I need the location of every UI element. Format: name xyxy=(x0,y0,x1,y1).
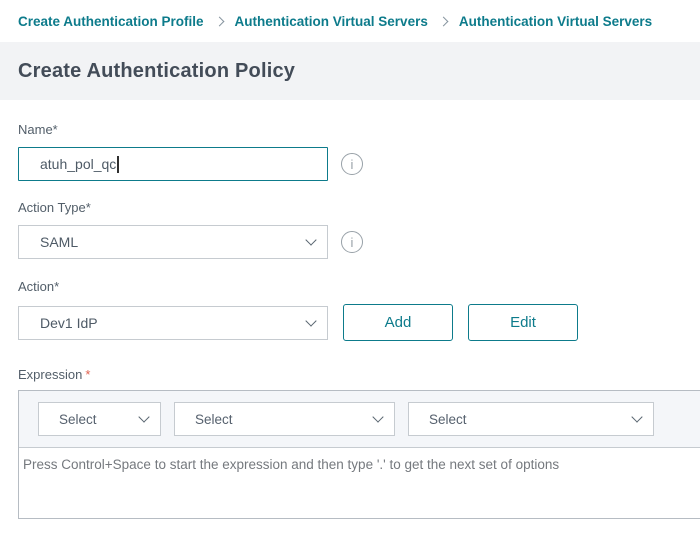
chevron-down-icon xyxy=(305,315,316,326)
expression-select-2[interactable]: Select xyxy=(174,402,395,436)
action-type-label: Action Type* xyxy=(18,200,700,215)
chevron-down-icon xyxy=(138,411,149,422)
expression-editor-placeholder: Press Control+Space to start the express… xyxy=(23,457,559,472)
name-input-value: atuh_pol_qc xyxy=(40,156,116,172)
chevron-down-icon xyxy=(372,411,383,422)
expression-select-3[interactable]: Select xyxy=(408,402,654,436)
info-icon-glyph: i xyxy=(351,235,354,250)
breadcrumb-link-authentication-virtual-servers[interactable]: Authentication Virtual Servers xyxy=(235,14,428,29)
action-type-selected-value: SAML xyxy=(40,234,78,250)
expression-label-text: Expression xyxy=(18,367,82,382)
expression-editor[interactable]: Press Control+Space to start the express… xyxy=(19,447,700,518)
expression-label: Expression* xyxy=(18,367,700,382)
action-select[interactable]: Dev1 IdP xyxy=(18,306,328,340)
name-row: atuh_pol_qc i xyxy=(18,147,700,181)
breadcrumb-link-create-authentication-profile[interactable]: Create Authentication Profile xyxy=(18,14,204,29)
expression-select-3-value: Select xyxy=(429,412,467,427)
expression-builder: Select Select Select Press Control+Space… xyxy=(18,390,700,519)
action-label: Action* xyxy=(18,279,700,294)
edit-button[interactable]: Edit xyxy=(468,304,578,341)
name-input[interactable]: atuh_pol_qc xyxy=(18,147,328,181)
expression-select-1[interactable]: Select xyxy=(38,402,161,436)
expression-toolbar: Select Select Select xyxy=(19,391,700,447)
info-icon[interactable]: i xyxy=(341,153,363,175)
page-title: Create Authentication Policy xyxy=(18,60,295,83)
expression-select-1-value: Select xyxy=(59,412,97,427)
create-authentication-policy-form: Name* atuh_pol_qc i Action Type* SAML i … xyxy=(0,122,700,519)
expression-select-2-value: Select xyxy=(195,412,233,427)
chevron-down-icon xyxy=(305,234,316,245)
add-button[interactable]: Add xyxy=(343,304,453,341)
action-selected-value: Dev1 IdP xyxy=(40,315,98,331)
breadcrumb: Create Authentication Profile Authentica… xyxy=(0,0,700,42)
chevron-right-icon xyxy=(438,16,448,26)
text-caret xyxy=(117,156,119,173)
chevron-down-icon xyxy=(631,411,642,422)
info-icon-glyph: i xyxy=(351,157,354,172)
required-asterisk: * xyxy=(85,367,90,382)
info-icon[interactable]: i xyxy=(341,231,363,253)
action-type-select[interactable]: SAML xyxy=(18,225,328,259)
action-row: Dev1 IdP Add Edit xyxy=(18,304,700,341)
page-header: Create Authentication Policy xyxy=(0,42,700,100)
name-label: Name* xyxy=(18,122,700,137)
chevron-right-icon xyxy=(214,16,224,26)
breadcrumb-link-authentication-virtual-servers-2[interactable]: Authentication Virtual Servers xyxy=(459,14,652,29)
action-type-row: SAML i xyxy=(18,225,700,259)
